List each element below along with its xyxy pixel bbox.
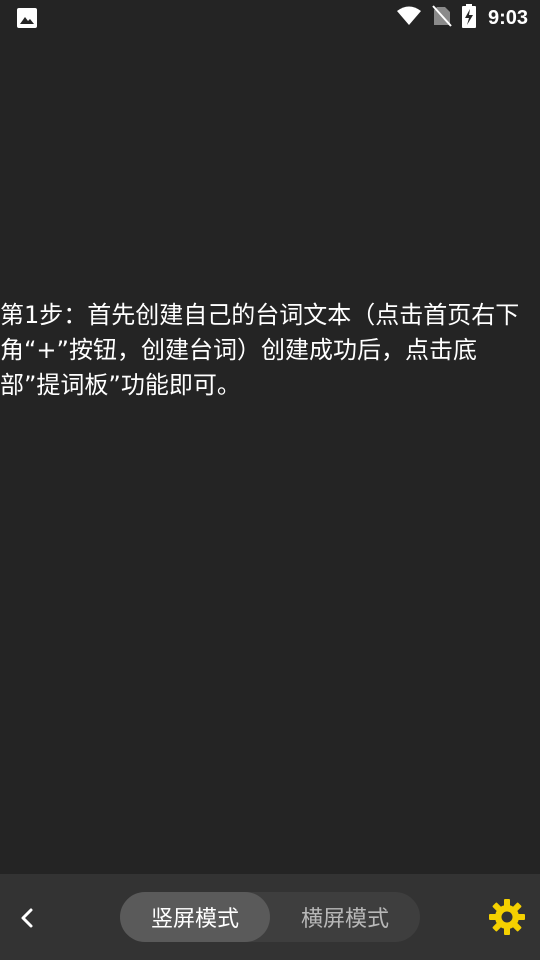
status-bar: 9:03 — [0, 0, 540, 36]
chevron-left-icon — [21, 908, 33, 928]
battery-charging-icon — [461, 4, 476, 32]
orientation-mode-toggle: 竖屏模式 横屏模式 — [120, 892, 420, 942]
image-icon — [16, 7, 38, 29]
back-button[interactable] — [12, 902, 44, 934]
wifi-icon — [396, 6, 422, 30]
status-time: 9:03 — [487, 6, 528, 29]
settings-button[interactable] — [488, 898, 526, 936]
landscape-mode-tab[interactable]: 横屏模式 — [270, 892, 420, 942]
portrait-mode-tab[interactable]: 竖屏模式 — [120, 892, 270, 942]
instruction-text: 第1步：首先创建自己的台词文本（点击首页右下角“+”按钮，创建台词）创建成功后，… — [0, 301, 520, 399]
no-sim-icon — [432, 5, 452, 31]
bottom-toolbar: 竖屏模式 横屏模式 — [0, 874, 540, 960]
gear-icon — [489, 899, 525, 935]
